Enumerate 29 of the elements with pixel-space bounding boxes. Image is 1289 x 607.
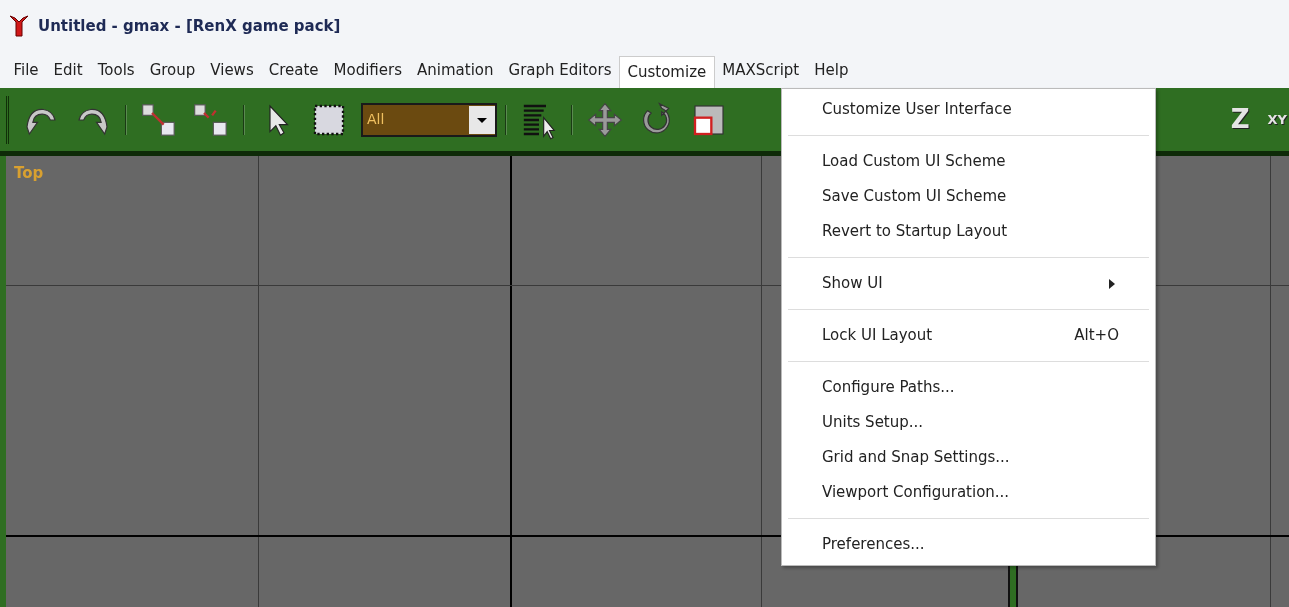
submenu-arrow-icon (1109, 278, 1115, 289)
menu-item[interactable]: Units Setup... (782, 405, 1155, 440)
menu-bar-item[interactable]: Create (261, 54, 327, 86)
menu-bar-item[interactable]: MAXScript (714, 54, 807, 86)
menu-item[interactable]: Save Custom UI Scheme (782, 179, 1155, 214)
selection-filter-dropdown[interactable]: All (361, 102, 497, 137)
axis-constraint-button[interactable]: XY (1267, 109, 1287, 130)
menu-bar-item[interactable]: File (6, 54, 47, 86)
menu-bar-item[interactable]: Help (806, 54, 856, 86)
menu-item[interactable]: Preferences... (782, 527, 1155, 562)
window-title: Untitled - gmax - [RenX game pack] (38, 15, 341, 37)
menu-item[interactable]: Show UI (782, 266, 1155, 301)
menu-bar-item[interactable]: Views (202, 54, 262, 86)
menu-item[interactable]: Viewport Configuration... (782, 475, 1155, 510)
app-logo-icon (8, 14, 30, 38)
menu-bar-item[interactable]: Edit (46, 54, 91, 86)
menu-item[interactable]: Configure Paths... (782, 370, 1155, 405)
menu-bar-item[interactable]: Modifiers (326, 54, 410, 86)
axis-constraint-button[interactable]: Z (1230, 100, 1250, 139)
menu-item[interactable]: Grid and Snap Settings... (782, 440, 1155, 475)
menu-item[interactable]: Revert to Startup Layout (782, 214, 1155, 249)
menu-item[interactable]: Lock UI Layout Alt+O (782, 318, 1155, 353)
menu-bar-item[interactable]: Group (142, 54, 203, 86)
menu-bar-item[interactable]: Animation (409, 54, 501, 86)
menu-bar-item[interactable]: Customize (619, 56, 715, 88)
menu-bar-item[interactable]: Tools (90, 54, 143, 86)
menu-bar-item[interactable]: Graph Editors (501, 54, 619, 86)
menu-item[interactable]: Customize User Interface (782, 92, 1155, 127)
dropdown-caret-icon (469, 105, 495, 134)
